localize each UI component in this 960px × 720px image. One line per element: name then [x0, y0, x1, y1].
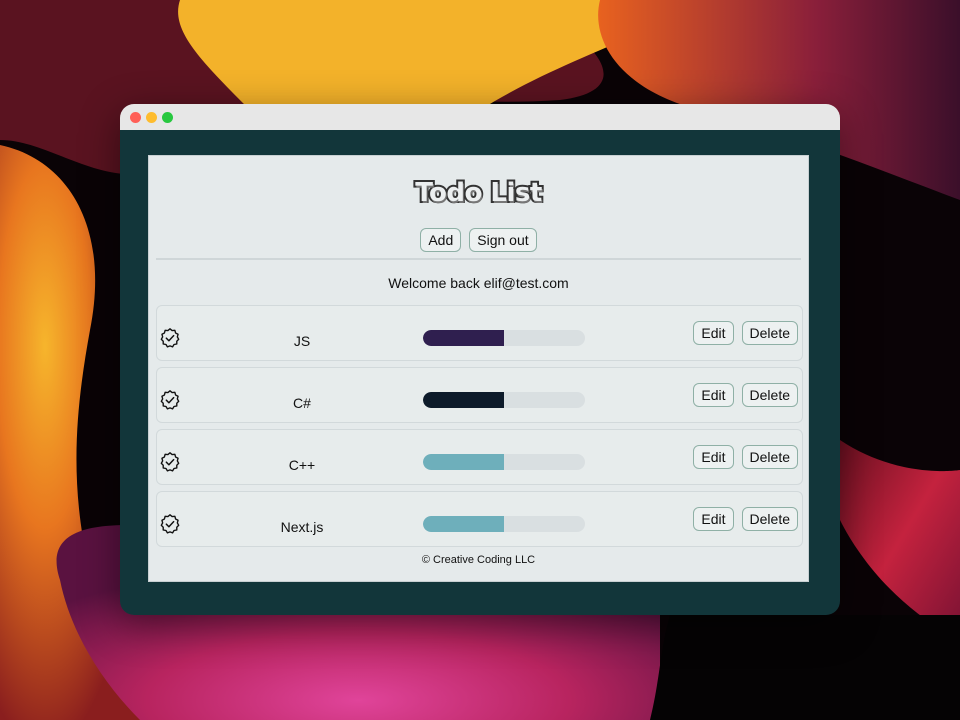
window-titlebar	[120, 104, 840, 130]
todo-name: C++	[288, 457, 316, 473]
todo-item: C++ Edit Delete	[156, 429, 803, 485]
progress-bar	[423, 516, 585, 532]
window-body: Todo List Add Sign out Welcome back elif…	[120, 130, 840, 615]
maximize-window-button[interactable]	[162, 112, 173, 123]
check-badge-icon[interactable]	[159, 451, 181, 473]
delete-button[interactable]: Delete	[741, 383, 798, 407]
minimize-window-button[interactable]	[146, 112, 157, 123]
todo-name: JS	[293, 333, 311, 349]
delete-button[interactable]: Delete	[741, 321, 798, 345]
add-button[interactable]: Add	[420, 228, 462, 252]
sign-out-button[interactable]: Sign out	[469, 228, 537, 252]
todo-item: C# Edit Delete	[156, 367, 803, 423]
todo-name: C#	[293, 395, 311, 411]
row-actions: Edit Delete	[685, 445, 798, 469]
progress-fill	[423, 330, 504, 346]
edit-button[interactable]: Edit	[693, 383, 734, 407]
delete-button[interactable]: Delete	[741, 507, 798, 531]
close-window-button[interactable]	[130, 112, 141, 123]
edit-button[interactable]: Edit	[693, 321, 734, 345]
welcome-message: Welcome back elif@test.com	[388, 275, 569, 291]
header-divider	[156, 258, 801, 260]
progress-bar	[423, 392, 585, 408]
progress-fill	[423, 454, 504, 470]
check-badge-icon[interactable]	[159, 389, 181, 411]
row-actions: Edit Delete	[685, 383, 798, 407]
browser-window: Todo List Add Sign out Welcome back elif…	[120, 104, 840, 615]
progress-bar	[423, 330, 585, 346]
delete-button[interactable]: Delete	[741, 445, 798, 469]
todo-item: Next.js Edit Delete	[156, 491, 803, 547]
progress-fill	[423, 516, 504, 532]
todo-item: JS Edit Delete	[156, 305, 803, 361]
row-actions: Edit Delete	[685, 321, 798, 345]
todo-app: Todo List Add Sign out Welcome back elif…	[148, 155, 809, 582]
edit-button[interactable]: Edit	[693, 445, 734, 469]
progress-fill	[423, 392, 504, 408]
edit-button[interactable]: Edit	[693, 507, 734, 531]
todo-list: JS Edit Delete C# Edit Delete C++ Edit D…	[156, 305, 803, 553]
top-actions: Add Sign out	[149, 228, 808, 252]
progress-bar	[423, 454, 585, 470]
check-badge-icon[interactable]	[159, 513, 181, 535]
row-actions: Edit Delete	[685, 507, 798, 531]
todo-name: Next.js	[280, 519, 324, 535]
footer-copyright: © Creative Coding LLC	[421, 554, 536, 566]
check-badge-icon[interactable]	[159, 327, 181, 349]
page-title: Todo List	[413, 176, 544, 210]
